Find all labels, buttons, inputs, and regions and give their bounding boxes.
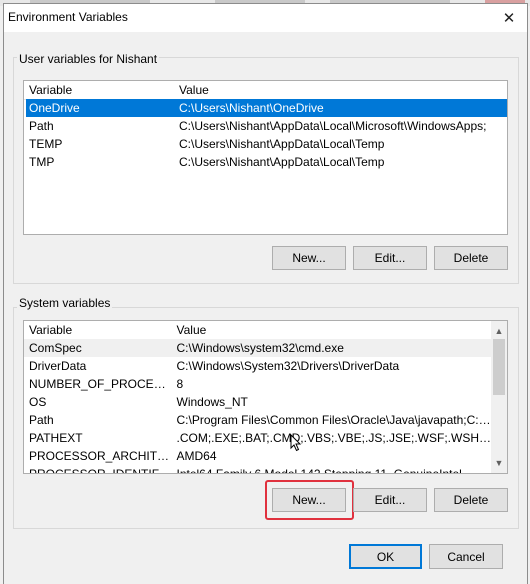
variable-name: Path [29, 413, 54, 427]
user-variables-header: Variable Value [24, 81, 507, 100]
table-row[interactable]: Path C:\Program Files\Common Files\Oracle… [24, 411, 491, 429]
table-row[interactable]: DriverData C:\Windows\System32\Drivers\Dr… [24, 357, 491, 375]
variable-value: Windows_NT [176, 395, 248, 409]
variable-value: .COM;.EXE;.BAT;.CMD;.VBS;.VBE;.JS;.JSE;.… [176, 431, 492, 445]
user-variables-label: User variables for Nishant [17, 52, 160, 66]
user-variables-list[interactable]: Variable Value OneDrive C:\Users\Nishant\… [23, 80, 508, 235]
variable-value: C:\Windows\system32\cmd.exe [176, 341, 344, 355]
variable-value: C:\Windows\System32\Drivers\DriverData [176, 359, 400, 373]
ok-button[interactable]: OK [349, 544, 422, 569]
variable-name: OS [29, 395, 47, 409]
dialog-title: Environment Variables [8, 10, 128, 24]
close-icon: ✕ [502, 10, 516, 27]
variable-name: PATHEXT [29, 431, 83, 445]
column-header-variable[interactable]: Variable [24, 321, 172, 339]
close-button[interactable]: ✕ [491, 4, 527, 32]
variable-value: Intel64 Family 6 Model 142 Stepping 11, … [176, 467, 462, 474]
variable-name: PROCESSOR_ARCHITECTU... [29, 449, 172, 463]
system-edit-button[interactable]: Edit... [353, 488, 427, 512]
variable-value: C:\Users\Nishant\AppData\Local\Temp [179, 137, 385, 151]
mouse-cursor-icon [290, 434, 302, 452]
system-variables-label: System variables [17, 296, 113, 310]
table-row[interactable]: TEMP C:\Users\Nishant\AppData\Local\Temp [24, 135, 507, 153]
column-header-value[interactable]: Value [174, 81, 499, 99]
table-row[interactable]: TMP C:\Users\Nishant\AppData\Local\Temp [24, 153, 507, 171]
chevron-up-icon[interactable]: ▲ [491, 323, 507, 339]
environment-variables-dialog: Environment Variables ✕ User variables f… [3, 3, 528, 584]
table-row[interactable]: Path C:\Users\Nishant\AppData\Local\Micro… [24, 117, 507, 135]
cancel-button[interactable]: Cancel [429, 544, 503, 569]
variable-name: TEMP [29, 137, 63, 151]
user-edit-button[interactable]: Edit... [353, 246, 427, 270]
new-button-highlight [265, 480, 354, 520]
variable-value: C:\Users\Nishant\AppData\Local\Microsoft… [179, 119, 487, 133]
system-delete-button[interactable]: Delete [434, 488, 508, 512]
system-variables-list[interactable]: Variable Value ComSpec C:\Windows\system3… [23, 320, 508, 474]
variable-value: C:\Users\Nishant\OneDrive [179, 101, 324, 115]
table-row[interactable]: ComSpec C:\Windows\system32\cmd.exe [24, 339, 491, 357]
table-row[interactable]: PROCESSOR_IDENTIFIER Intel64 Family 6 Mod… [24, 465, 491, 474]
variable-name: ComSpec [29, 341, 82, 355]
variable-name: Path [29, 119, 54, 133]
variable-value: 8 [176, 377, 184, 391]
chevron-down-icon[interactable]: ▼ [491, 455, 507, 471]
variable-name: TMP [29, 155, 55, 169]
user-variables-rows: OneDrive C:\Users\Nishant\OneDrive Path C:\… [24, 99, 507, 171]
variable-name: NUMBER_OF_PROCESSORS [29, 377, 172, 391]
variable-value: C:\Program Files\Common Files\Oracle\Jav… [176, 413, 492, 427]
column-header-value[interactable]: Value [172, 321, 492, 339]
system-variables-scrollbar[interactable]: ▲ ▼ [491, 321, 507, 473]
title-bar: Environment Variables ✕ [4, 4, 527, 32]
variable-value: AMD64 [176, 449, 217, 463]
scroll-thumb[interactable] [493, 339, 505, 395]
variable-name: PROCESSOR_IDENTIFIER [29, 467, 172, 474]
variable-name: OneDrive [29, 101, 80, 115]
user-new-button[interactable]: New... [272, 246, 346, 270]
table-row[interactable]: OS Windows_NT [24, 393, 491, 411]
table-row[interactable]: NUMBER_OF_PROCESSORS 8 [24, 375, 491, 393]
variable-name: DriverData [29, 359, 87, 373]
table-row[interactable]: OneDrive C:\Users\Nishant\OneDrive [26, 99, 507, 117]
table-row[interactable]: PROCESSOR_ARCHITECTU... AMD64 [24, 447, 491, 465]
table-row[interactable]: PATHEXT .COM;.EXE;.BAT;.CMD;.VBS;.VBE;.JS… [24, 429, 491, 447]
column-header-variable[interactable]: Variable [24, 81, 174, 99]
user-delete-button[interactable]: Delete [434, 246, 508, 270]
system-variables-rows: ComSpec C:\Windows\system32\cmd.exe Driver… [24, 339, 491, 474]
system-variables-header: Variable Value [24, 321, 491, 340]
variable-value: C:\Users\Nishant\AppData\Local\Temp [179, 155, 385, 169]
